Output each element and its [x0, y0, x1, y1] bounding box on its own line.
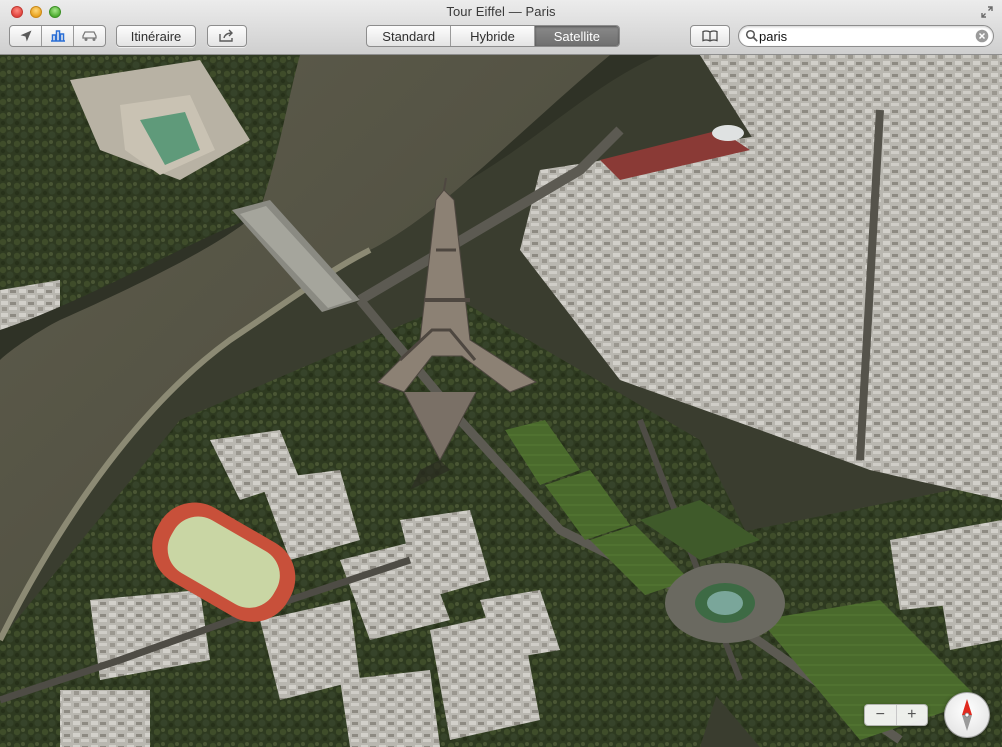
satellite-imagery: [0, 55, 1002, 747]
3d-view-button[interactable]: [42, 26, 74, 46]
clear-circle-icon[interactable]: [975, 29, 989, 43]
map-mode-control: Standard Hybride Satellite: [366, 25, 620, 47]
share-icon: [219, 29, 233, 42]
zoom-out-button[interactable]: −: [865, 705, 897, 725]
zoom-control: − +: [864, 704, 928, 726]
book-icon: [702, 30, 718, 42]
directions-button[interactable]: Itinéraire: [116, 25, 196, 47]
location-arrow-icon: [20, 30, 31, 42]
current-location-button[interactable]: [10, 26, 42, 46]
compass-button[interactable]: [944, 692, 990, 738]
mode-hybrid-button[interactable]: Hybride: [451, 26, 535, 46]
compass-icon: [962, 699, 972, 731]
magnifier-icon: [745, 29, 758, 42]
car-traffic-icon: [81, 31, 97, 41]
mode-standard-button[interactable]: Standard: [367, 26, 452, 46]
3d-buildings-icon: [50, 30, 65, 42]
share-button[interactable]: [207, 25, 247, 47]
search-input[interactable]: [759, 27, 969, 45]
view-options-group: [9, 25, 106, 47]
maps-window: Tour Eiffel — Paris Itinéraire Standard …: [0, 0, 1002, 747]
window-toolbar: Tour Eiffel — Paris Itinéraire Standard …: [0, 0, 1002, 55]
window-title: Tour Eiffel — Paris: [446, 4, 556, 19]
zoom-in-button[interactable]: +: [897, 705, 928, 725]
map-view[interactable]: [0, 55, 1002, 747]
fullscreen-icon[interactable]: [980, 5, 994, 19]
traffic-button[interactable]: [74, 26, 105, 46]
search-field[interactable]: [738, 25, 994, 47]
bookmarks-button[interactable]: [690, 25, 730, 47]
mode-satellite-button[interactable]: Satellite: [534, 26, 619, 46]
